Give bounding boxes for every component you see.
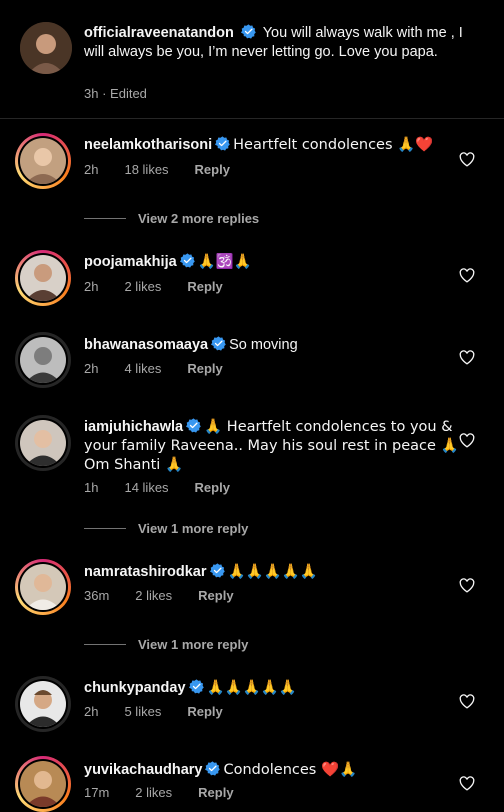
comment-text-block: poojamakhija 🙏🕉️🙏: [84, 253, 464, 272]
heart-outline-icon[interactable]: [459, 776, 475, 791]
comment-body: Condolences ❤️🙏: [223, 762, 358, 778]
comment-meta: 2h 18 likes Reply: [84, 162, 256, 177]
comment-text-block: chunkypanday 🙏🙏🙏🙏🙏: [84, 679, 464, 698]
comment-meta: 36m 2 likes Reply: [84, 588, 260, 603]
reply-button[interactable]: Reply: [187, 704, 222, 719]
caption-avatar[interactable]: [20, 22, 72, 74]
reply-button[interactable]: Reply: [195, 480, 230, 495]
verified-badge-icon: [179, 253, 195, 268]
comment-text-block: iamjuhichawla 🙏 Heartfelt condolences to …: [84, 418, 464, 475]
comment-body: So moving: [229, 337, 298, 353]
comment-time: 1h: [84, 480, 99, 495]
comment-username[interactable]: chunkypanday: [84, 680, 186, 696]
comment-time: 2h: [84, 361, 99, 376]
heart-outline-icon[interactable]: [459, 694, 475, 709]
comment-username[interactable]: neelamkotharisoni: [84, 137, 212, 153]
reply-button[interactable]: Reply: [198, 588, 233, 603]
comment-likes[interactable]: 2 likes: [124, 279, 161, 294]
reply-button[interactable]: Reply: [195, 162, 230, 177]
verified-badge-icon: [205, 761, 221, 776]
verified-badge-icon: [188, 679, 204, 694]
view-more-replies[interactable]: View 1 more reply: [84, 637, 248, 652]
comment-username[interactable]: poojamakhija: [84, 254, 177, 270]
comment-text-block: namratashirodkar 🙏🙏🙏🙏🙏: [84, 563, 464, 582]
comment-body: 🙏🕉️🙏: [197, 254, 252, 270]
comment-meta: 17m 2 likes Reply: [84, 785, 260, 800]
comment-avatar[interactable]: [15, 250, 71, 306]
heart-outline-icon[interactable]: [459, 268, 475, 283]
comment-likes[interactable]: 2 likes: [135, 588, 172, 603]
comment-likes[interactable]: 14 likes: [124, 480, 168, 495]
heart-outline-icon[interactable]: [459, 152, 475, 167]
view-more-replies[interactable]: View 2 more replies: [84, 211, 259, 226]
view-more-replies[interactable]: View 1 more reply: [84, 521, 248, 536]
comment-body: 🙏🙏🙏🙏🙏: [206, 680, 297, 696]
comment-time: 2h: [84, 279, 99, 294]
caption-time: 3h: [84, 86, 99, 101]
caption-username[interactable]: officialraveenatandon: [84, 25, 234, 41]
comment-avatar[interactable]: [15, 133, 71, 189]
verified-badge-icon: [209, 563, 225, 578]
comment-likes[interactable]: 5 likes: [124, 704, 161, 719]
comment-time: 36m: [84, 588, 110, 603]
verified-badge-icon: [240, 24, 256, 39]
comment-text-block: yuvikachaudhary Condolences ❤️🙏: [84, 761, 464, 780]
reply-button[interactable]: Reply: [187, 279, 222, 294]
comment-text-block: neelamkotharisoni Heartfelt condolences 🙏…: [84, 136, 464, 155]
post-caption: officialraveenatandon You will always wa…: [0, 0, 504, 118]
comment-likes[interactable]: 4 likes: [124, 361, 161, 376]
heart-outline-icon[interactable]: [459, 433, 475, 448]
verified-badge-icon: [186, 418, 201, 433]
comment-avatar[interactable]: [15, 559, 71, 615]
comment-username[interactable]: iamjuhichawla: [84, 419, 183, 435]
comment-likes[interactable]: 18 likes: [124, 162, 168, 177]
caption-edited: Edited: [110, 86, 147, 101]
reply-button[interactable]: Reply: [187, 361, 222, 376]
caption-text-block: officialraveenatandon You will always wa…: [84, 24, 484, 62]
comment-body: Heartfelt condolences 🙏❤️: [233, 137, 434, 153]
comment-username[interactable]: bhawanasomaaya: [84, 337, 208, 353]
comment-meta: 2h 4 likes Reply: [84, 361, 249, 376]
comment-time: 2h: [84, 704, 99, 719]
comment-text-block: bhawanasomaaya So moving: [84, 336, 464, 355]
divider: [0, 118, 504, 119]
comment-body: 🙏🙏🙏🙏🙏: [227, 564, 318, 580]
comment-meta: 2h 5 likes Reply: [84, 704, 249, 719]
caption-meta: 3h · Edited: [84, 86, 147, 101]
comment-meta: 1h 14 likes Reply: [84, 480, 256, 495]
verified-badge-icon: [211, 336, 226, 351]
verified-badge-icon: [215, 136, 230, 151]
reply-button[interactable]: Reply: [198, 785, 233, 800]
heart-outline-icon[interactable]: [459, 350, 475, 365]
comment-time: 2h: [84, 162, 99, 177]
comment-username[interactable]: namratashirodkar: [84, 564, 207, 580]
comment-likes[interactable]: 2 likes: [135, 785, 172, 800]
comment-avatar[interactable]: [15, 332, 71, 388]
comment-avatar[interactable]: [15, 756, 71, 812]
comment-meta: 2h 2 likes Reply: [84, 279, 249, 294]
heart-outline-icon[interactable]: [459, 578, 475, 593]
comment-avatar[interactable]: [15, 415, 71, 471]
comment-time: 17m: [84, 785, 110, 800]
comment-avatar[interactable]: [15, 676, 71, 732]
comment-username[interactable]: yuvikachaudhary: [84, 762, 202, 778]
